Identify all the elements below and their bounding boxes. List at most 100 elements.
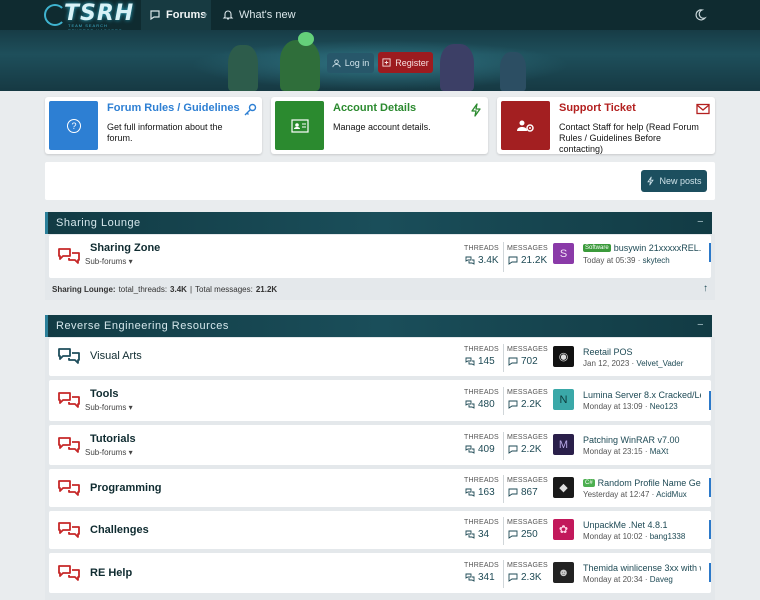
collapse-toggle[interactable]: − [697, 319, 704, 331]
users-cog-icon [501, 101, 550, 150]
unread-indicator [709, 563, 711, 582]
avatar[interactable]: ✿ [553, 519, 574, 540]
latest-user-link[interactable]: skytech [643, 256, 670, 265]
category-title[interactable]: Sharing Lounge [56, 217, 141, 229]
threads-count: 145 [465, 356, 495, 367]
latest-user-link[interactable]: AcidMux [656, 490, 687, 499]
forum-unread-comments-icon [57, 247, 81, 267]
collapse-toggle[interactable]: − [697, 216, 704, 228]
messages-label: MESSAGES [507, 519, 548, 526]
message-icon [508, 573, 518, 582]
svg-text:?: ? [71, 121, 76, 131]
card-description: Get full information about the forum. [107, 122, 223, 143]
forum-title[interactable]: Visual Arts [90, 350, 142, 362]
threads-label: THREADS [464, 434, 499, 441]
forum-node-re-help[interactable]: RE Help THREADS 341 MESSAGES 2.3K ☻ Them… [49, 553, 711, 593]
forum-node-challenges[interactable]: Challenges THREADS 34 MESSAGES 250 ✿ Unp… [49, 511, 711, 549]
message-icon [508, 530, 518, 539]
site-logo[interactable]: TSRH TEAM SEARCH REVERSE HACKERS [44, 1, 133, 33]
stat-divider [503, 475, 504, 503]
comments-icon [465, 530, 475, 539]
category-header-sharing-lounge[interactable]: Sharing Lounge − [45, 212, 712, 234]
comments-icon [465, 256, 475, 265]
threads-count: 409 [465, 444, 495, 455]
subforums-dropdown[interactable]: Sub-forums ▾ [85, 403, 133, 412]
message-icon [508, 488, 518, 497]
latest-thread-title[interactable]: UnpackMe .Net 4.8.1 [583, 520, 701, 530]
card-title[interactable]: Forum Rules / Guidelines [107, 102, 240, 114]
dark-mode-moon-icon[interactable] [693, 8, 707, 22]
latest-thread-title[interactable]: Lumina Server 8.x Cracked/Lea... [583, 390, 701, 400]
comments-icon [465, 573, 475, 582]
subforums-dropdown[interactable]: Sub-forums ▾ [85, 257, 133, 266]
forum-node-programming[interactable]: Programming THREADS 163 MESSAGES 867 ◆ C… [49, 469, 711, 507]
threads-label: THREADS [464, 346, 499, 353]
latest-thread-title[interactable]: Patching WinRAR v7.00 [583, 435, 701, 445]
avatar[interactable]: ☻ [553, 562, 574, 583]
forum-node-sharing-zone[interactable]: Sharing Zone Sub-forums ▾ THREADS 3.4K M… [49, 235, 711, 278]
forum-title[interactable]: RE Help [90, 567, 132, 579]
category-title[interactable]: Reverse Engineering Resources [56, 320, 229, 332]
message-icon [508, 400, 518, 409]
avatar[interactable]: N [553, 389, 574, 410]
stat-divider [503, 517, 504, 545]
latest-thread-meta: Monday at 20:34 · Daveg [583, 575, 673, 584]
latest-thread-meta: Monday at 23:15 · MaXt [583, 447, 669, 456]
avatar[interactable]: ◆ [553, 477, 574, 498]
new-posts-bar [45, 162, 715, 200]
new-posts-button[interactable]: New posts [641, 170, 707, 192]
messages-count: 702 [508, 356, 538, 367]
threads-label: THREADS [464, 519, 499, 526]
avatar[interactable]: M [553, 434, 574, 455]
thread-prefix-badge: Software [583, 244, 611, 252]
stat-divider [503, 344, 504, 372]
forum-title[interactable]: Challenges [90, 524, 149, 536]
messages-count: 2.2K [508, 444, 542, 455]
latest-thread-title[interactable]: Themida winlicense 3xx with w... [583, 563, 701, 573]
latest-user-link[interactable]: MaXt [650, 447, 669, 456]
card-title[interactable]: Support Ticket [559, 102, 636, 114]
subforums-dropdown[interactable]: Sub-forums ▾ [85, 448, 133, 457]
card-title[interactable]: Account Details [333, 102, 416, 114]
forum-rules-card[interactable]: ? Forum Rules / Guidelines Get full info… [45, 97, 262, 154]
category-header-reverse-engineering[interactable]: Reverse Engineering Resources − [45, 315, 712, 337]
latest-user-link[interactable]: Neo123 [650, 402, 678, 411]
latest-thread-title[interactable]: C# Random Profile Name Gen... [583, 478, 701, 488]
latest-user-link[interactable]: bang1338 [650, 532, 686, 541]
latest-thread-meta: Today at 05:39 · skytech [583, 256, 670, 265]
threads-label: THREADS [464, 389, 499, 396]
login-button[interactable]: Log in [327, 53, 374, 73]
messages-count: 2.3K [508, 572, 542, 583]
register-label: Register [395, 57, 429, 68]
forum-unread-comments-icon [57, 391, 81, 411]
avatar[interactable]: ◉ [553, 346, 574, 367]
forum-title[interactable]: Sharing Zone [90, 242, 160, 254]
forum-read-comments-icon [57, 347, 81, 367]
forum-node-tutorials[interactable]: Tutorials Sub-forums ▾ THREADS 409 MESSA… [49, 425, 711, 465]
forum-node-tools[interactable]: Tools Sub-forums ▾ THREADS 480 MESSAGES … [49, 380, 711, 421]
scroll-up-arrow-icon[interactable]: ↑ [703, 283, 708, 294]
support-ticket-card[interactable]: Support Ticket Contact Staff for help (R… [497, 97, 715, 154]
latest-thread-title[interactable]: Software busywin 21xxxxxREL... [583, 243, 701, 253]
forum-unread-comments-icon [57, 521, 81, 541]
threads-label: THREADS [464, 477, 499, 484]
forum-title[interactable]: Tools [90, 388, 119, 400]
messages-count: 250 [508, 529, 538, 540]
latest-thread-title[interactable]: Reetail POS [583, 347, 701, 357]
messages-label: MESSAGES [507, 434, 548, 441]
threads-count: 3.4K [465, 255, 499, 266]
register-button[interactable]: Register [378, 52, 433, 73]
forum-title[interactable]: Programming [90, 482, 162, 494]
envelope-icon [696, 103, 710, 117]
tab-forums[interactable]: Forums ▾ [141, 0, 211, 30]
messages-count: 2.2K [508, 399, 542, 410]
messages-label: MESSAGES [507, 477, 548, 484]
account-details-card[interactable]: Account Details Manage account details. [271, 97, 488, 154]
avatar[interactable]: S [553, 243, 574, 264]
latest-user-link[interactable]: Velvet_Vader [636, 359, 683, 368]
latest-user-link[interactable]: Daveg [650, 575, 673, 584]
forums-dropdown-chevron-icon[interactable]: ▾ [199, 0, 211, 30]
forum-node-visual-arts[interactable]: Visual Arts THREADS 145 MESSAGES 702 ◉ R… [49, 338, 711, 376]
tab-whats-new[interactable]: What's new [222, 0, 296, 30]
forum-title[interactable]: Tutorials [90, 433, 136, 445]
